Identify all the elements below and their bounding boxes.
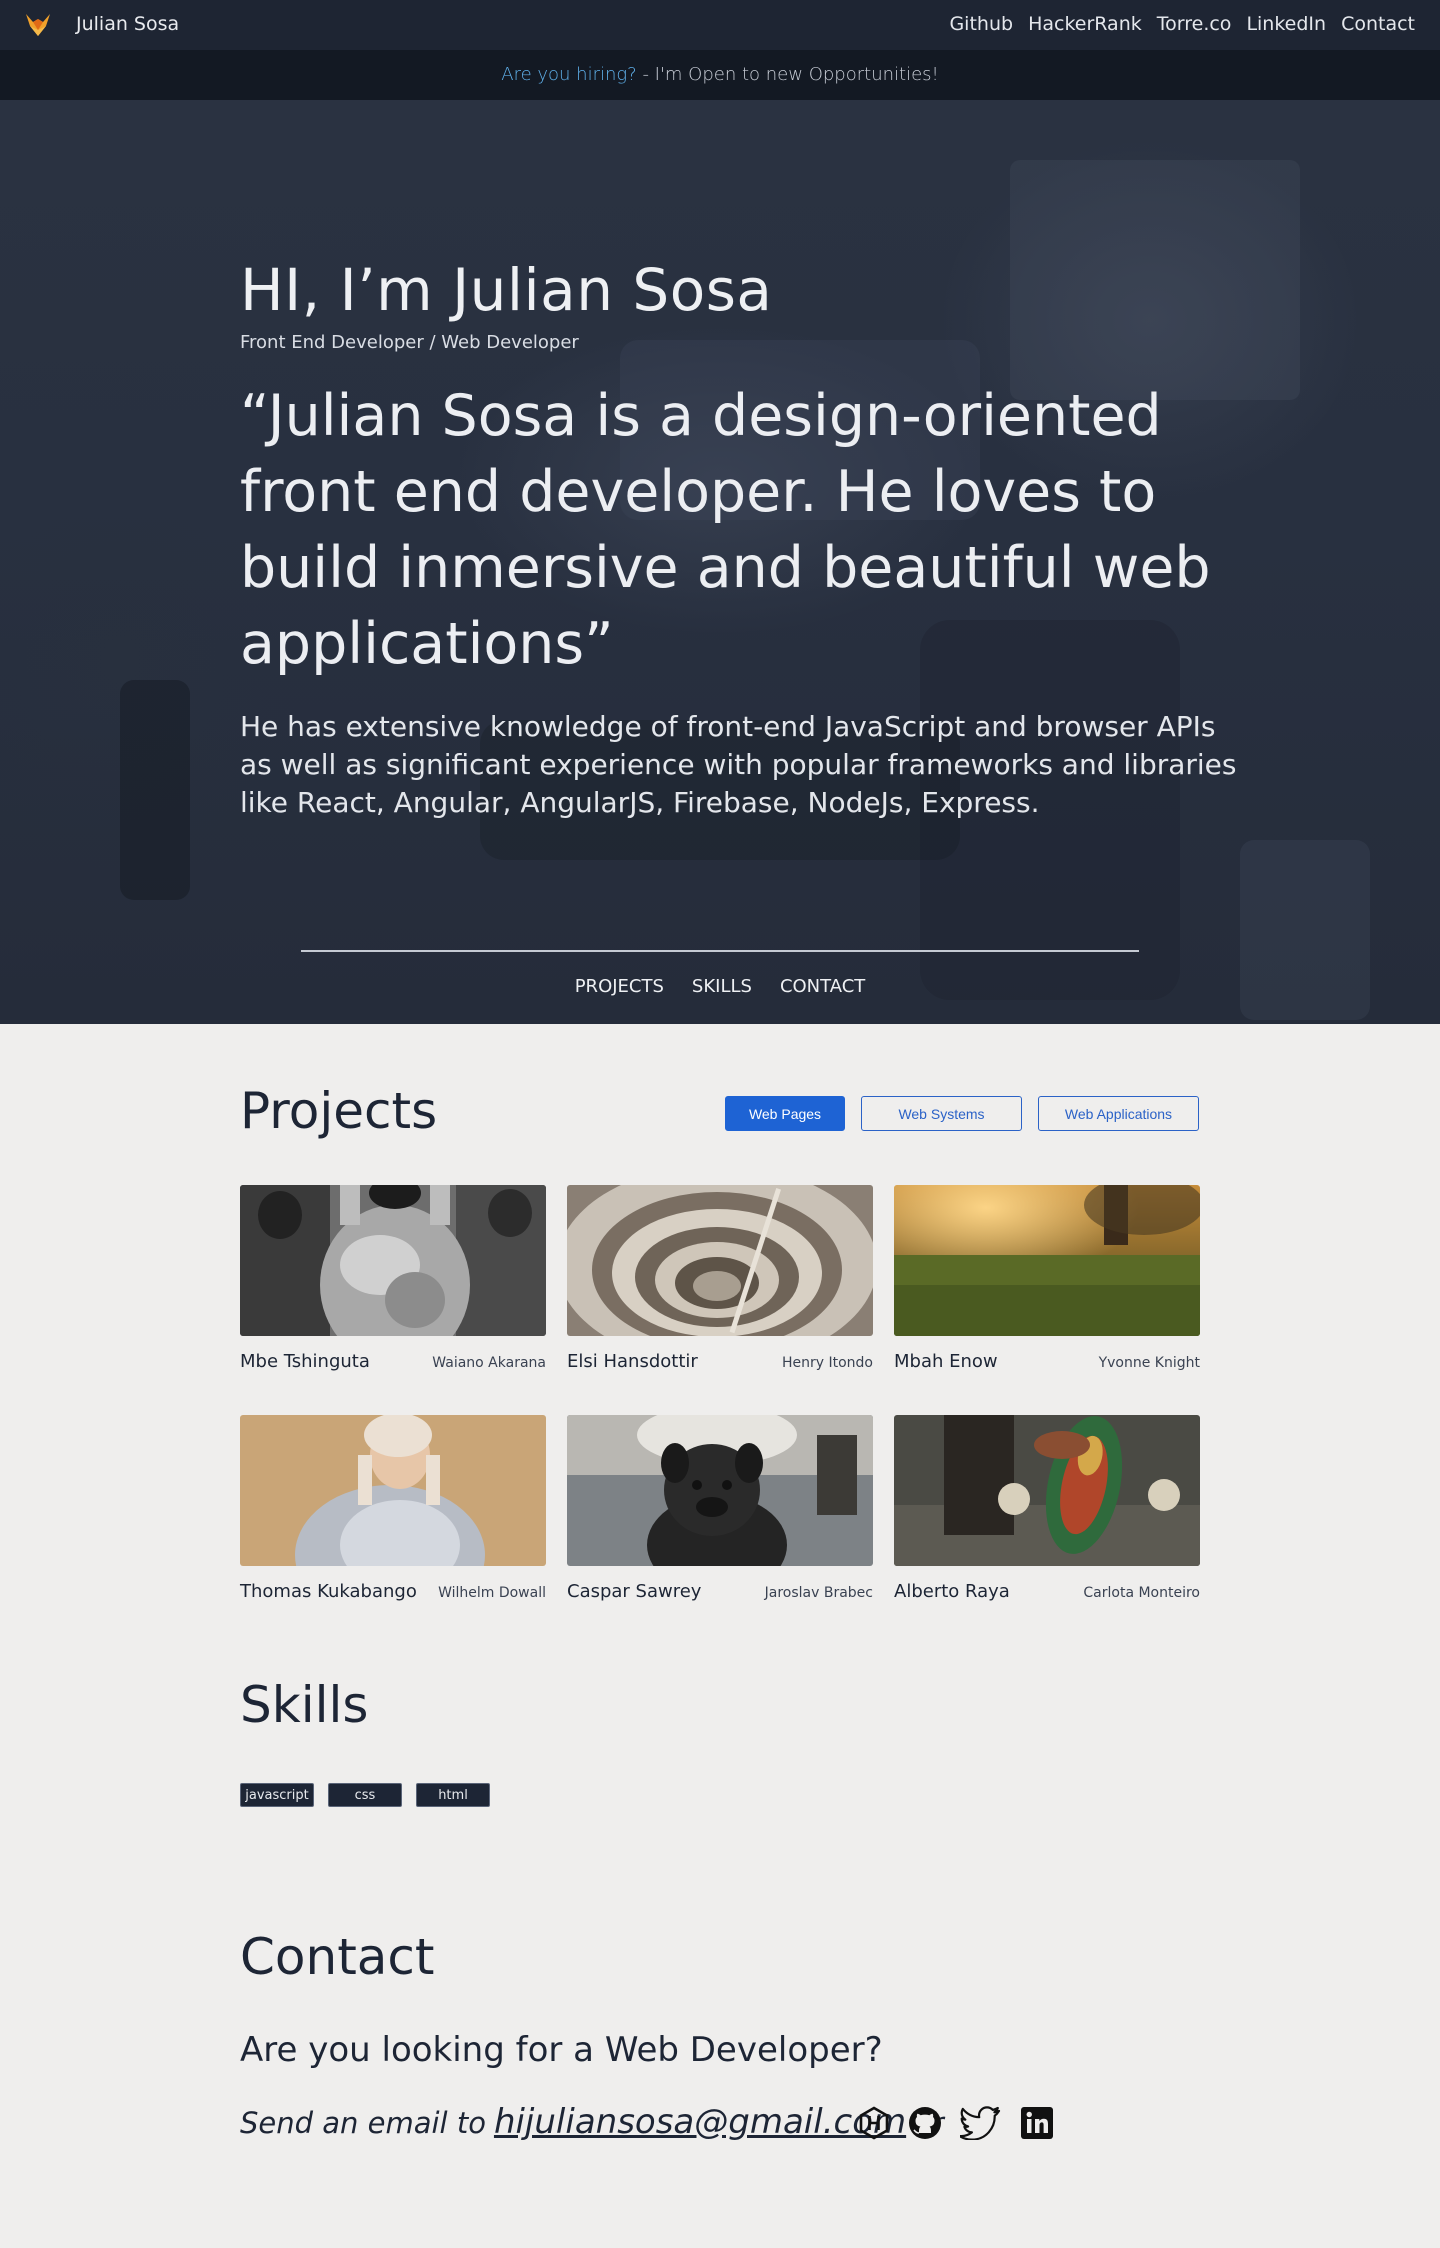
hero-title: HI, I’m Julian Sosa — [240, 256, 773, 324]
hackerrank-icon[interactable] — [858, 2106, 890, 2144]
nav-link-torre[interactable]: Torre.co — [1157, 13, 1232, 35]
project-author: Carlota Monteiro — [1083, 1585, 1200, 1601]
project-card[interactable]: Caspar Sawrey Jaroslav Brabec — [567, 1415, 873, 1602]
contact-prefix: Send an email to — [240, 2106, 486, 2140]
project-author: Wilhelm Dowall — [438, 1585, 546, 1601]
filter-web-applications-button[interactable]: Web Applications — [1038, 1096, 1199, 1131]
project-image[interactable] — [240, 1185, 546, 1336]
hiring-message: - I'm Open to new Opportunities! — [636, 64, 939, 85]
project-filters: Web Pages Web Systems Web Applications — [725, 1096, 1199, 1131]
nav-links: Github HackerRank Torre.co LinkedIn Cont… — [949, 13, 1415, 35]
hero-nav-contact[interactable]: CONTACT — [780, 976, 865, 997]
fox-logo-icon[interactable] — [24, 12, 52, 38]
brand-name[interactable]: Julian Sosa — [76, 13, 179, 35]
nav-link-github[interactable]: Github — [949, 13, 1013, 35]
project-name: Mbe Tshinguta — [240, 1351, 370, 1372]
project-image[interactable] — [567, 1415, 873, 1566]
filter-web-pages-button[interactable]: Web Pages — [725, 1096, 845, 1131]
project-card[interactable]: Mbah Enow Yvonne Knight — [894, 1185, 1200, 1372]
hero-bio: He has extensive knowledge of front-end … — [240, 710, 1237, 819]
hero-divider — [301, 950, 1139, 952]
project-image[interactable] — [240, 1415, 546, 1566]
hero-nav-projects[interactable]: PROJECTS — [575, 976, 664, 997]
skill-tag: html — [416, 1783, 490, 1807]
contact-question: Are you looking for a Web Developer? — [240, 2030, 883, 2070]
project-card[interactable]: Elsi Hansdottir Henry Itondo — [567, 1185, 873, 1372]
github-icon[interactable] — [908, 2106, 942, 2144]
skills-title: Skills — [240, 1676, 369, 1734]
project-author: Yvonne Knight — [1098, 1355, 1200, 1371]
nav-link-contact[interactable]: Contact — [1341, 13, 1415, 35]
social-links — [858, 2106, 1054, 2144]
contact-title: Contact — [240, 1928, 435, 1986]
hero-section: HI, I’m Julian Sosa Front End Developer … — [0, 100, 1440, 1024]
project-card[interactable]: Thomas Kukabango Wilhelm Dowall — [240, 1415, 546, 1602]
project-card[interactable]: Alberto Raya Carlota Monteiro — [894, 1415, 1200, 1602]
hero-background-shape — [1010, 160, 1300, 400]
project-name: Mbah Enow — [894, 1351, 998, 1372]
contact-email-link[interactable]: hijuliansosa@gmail.com — [494, 2102, 906, 2142]
hiring-question-link[interactable]: Are you hiring? — [501, 64, 636, 85]
project-image[interactable] — [894, 1415, 1200, 1566]
project-image[interactable] — [894, 1185, 1200, 1336]
hero-role: Front End Developer / Web Developer — [240, 332, 579, 353]
project-image[interactable] — [567, 1185, 873, 1336]
project-author: Waiano Akarana — [432, 1355, 546, 1371]
hero-quote: “Julian Sosa is a design-oriented front … — [240, 383, 1211, 677]
skills-list: javascript css html — [240, 1783, 490, 1807]
navbar: Julian Sosa Github HackerRank Torre.co L… — [0, 0, 1440, 50]
project-author: Henry Itondo — [781, 1355, 873, 1371]
contact-line: Send an email to hijuliansosa@gmail.com … — [240, 2102, 944, 2142]
projects-title: Projects — [240, 1082, 438, 1140]
project-author: Jaroslav Brabec — [764, 1585, 873, 1601]
hero-section-nav: PROJECTS SKILLS CONTACT — [0, 976, 1440, 997]
nav-link-hackerrank[interactable]: HackerRank — [1028, 13, 1142, 35]
nav-link-linkedin[interactable]: LinkedIn — [1246, 13, 1326, 35]
hero-background-shape — [120, 680, 190, 900]
skill-tag: javascript — [240, 1783, 314, 1807]
filter-web-systems-button[interactable]: Web Systems — [861, 1096, 1022, 1131]
twitter-icon[interactable] — [958, 2106, 1002, 2144]
project-name: Elsi Hansdottir — [567, 1351, 698, 1372]
project-name: Thomas Kukabango — [240, 1581, 417, 1602]
linkedin-icon[interactable] — [1020, 2106, 1054, 2144]
hiring-banner: Are you hiring? - I'm Open to new Opport… — [0, 50, 1440, 100]
skill-tag: css — [328, 1783, 402, 1807]
hero-nav-skills[interactable]: SKILLS — [692, 976, 752, 997]
project-name: Alberto Raya — [894, 1581, 1010, 1602]
project-card[interactable]: Mbe Tshinguta Waiano Akarana — [240, 1185, 546, 1372]
project-name: Caspar Sawrey — [567, 1581, 702, 1602]
